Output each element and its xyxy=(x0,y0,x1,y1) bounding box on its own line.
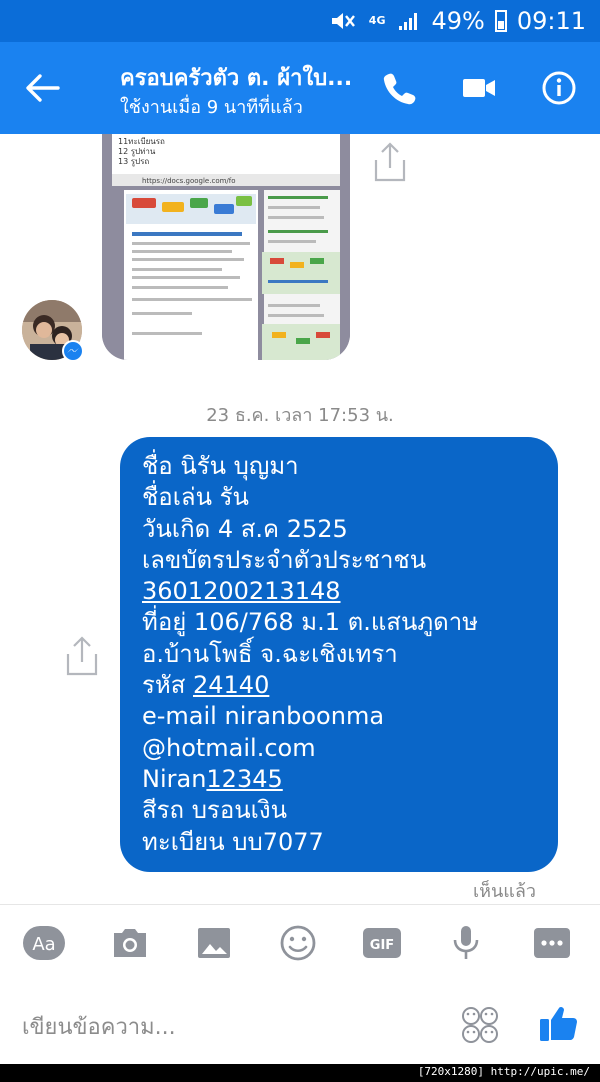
image-url: https://docs.google.com/fo xyxy=(142,177,236,185)
image-text-line-2: 12 รูปท่าน xyxy=(118,147,156,157)
phone-icon[interactable] xyxy=(380,70,418,106)
message-line: ที่อยู่ 106/768 ม.1 ต.แสนภูดาษ xyxy=(142,608,479,637)
sticker-emoji-icon[interactable] xyxy=(460,1005,500,1045)
message-timestamp: 23 ธ.ค. เวลา 17:53 น. xyxy=(206,405,394,426)
gallery-icon[interactable] xyxy=(192,923,236,963)
image-text-line-3: 13 รูปรถ xyxy=(118,157,149,167)
battery-percent: 49% xyxy=(431,7,485,35)
message-list[interactable]: 11ทะเบียนรถ 12 รูปท่าน 13 รูปรถ https://… xyxy=(0,134,600,904)
seen-indicator: เห็นแล้ว xyxy=(472,881,536,902)
message-line: @hotmail.com xyxy=(142,733,316,762)
password-prefix: Niran xyxy=(142,764,207,793)
gif-label: GIF xyxy=(370,938,394,953)
message-line: ชื่อเล่น รัน xyxy=(142,483,249,512)
signal-icon xyxy=(397,11,421,31)
more-icon[interactable] xyxy=(530,923,574,963)
text-style-icon[interactable]: Aa xyxy=(22,923,66,963)
postcode-label: รหัส xyxy=(142,671,193,700)
message-line: ชื่อ นิรัน บุญมา xyxy=(142,452,299,480)
image-text-line-1: 11ทะเบียนรถ xyxy=(118,137,165,146)
message-input[interactable] xyxy=(22,1009,422,1045)
text-style-label: Aa xyxy=(32,934,55,955)
postcode-link[interactable]: 24140 xyxy=(193,671,269,699)
message-line: วันเกิด 4 ส.ค 2525 xyxy=(142,514,348,543)
shared-screenshot-image[interactable]: 11ทะเบียนรถ 12 รูปท่าน 13 รูปรถ https://… xyxy=(102,134,350,360)
status-bar: 4G 49% 09:11 xyxy=(0,0,600,42)
mute-icon xyxy=(329,10,359,32)
gif-icon[interactable]: GIF xyxy=(360,923,404,963)
number-link[interactable]: 12345 xyxy=(206,765,282,793)
conversation-header: ครอบครัวตัว ต. ผ้าใบ... ใช้งานเมื่อ 9 นา… xyxy=(0,42,600,134)
thumbs-up-icon[interactable] xyxy=(536,1001,580,1045)
battery-icon xyxy=(494,10,507,32)
message-line: Niran12345 xyxy=(142,764,538,795)
watermark-label: [720x1280] http://upic.me/ xyxy=(415,1064,592,1080)
id-number-link[interactable]: 3601200213148 xyxy=(142,577,341,605)
message-line: อ.บ้านโพธิ์ จ.ฉะเชิงเทรา xyxy=(142,639,398,668)
sent-message-bubble[interactable]: ชื่อ นิรัน บุญมา ชื่อเล่น รัน วันเกิด 4 … xyxy=(120,437,558,872)
network-type: 4G xyxy=(368,14,386,27)
info-icon[interactable] xyxy=(540,70,578,106)
conversation-title[interactable]: ครอบครัวตัว ต. ผ้าใบ... xyxy=(120,60,352,95)
clock: 09:11 xyxy=(516,7,586,35)
emoji-icon[interactable] xyxy=(276,923,320,963)
message-line: e-mail niranboonma xyxy=(142,702,385,731)
share-icon[interactable] xyxy=(62,634,102,678)
message-line: รหัส 24140 xyxy=(142,670,538,701)
camera-icon[interactable] xyxy=(108,923,152,963)
message-line: สีรถ บรอนเงิน xyxy=(142,796,287,825)
active-status: ใช้งานเมื่อ 9 นาทีที่แล้ว xyxy=(120,97,303,118)
video-camera-icon[interactable] xyxy=(460,70,498,106)
back-arrow-icon[interactable] xyxy=(22,70,62,106)
message-line: ทะเบียน บบ7077 xyxy=(142,827,324,856)
message-composer: Aa GIF xyxy=(0,904,600,1064)
message-line: เลขบัตรประจำตัวประชาชน xyxy=(142,545,427,574)
message-line: 3601200213148 xyxy=(142,576,538,607)
messenger-screen: 4G 49% 09:11 ครอบครัวตัว ต. ผ้าใบ... ใช้… xyxy=(0,0,600,1064)
microphone-icon[interactable] xyxy=(444,923,488,963)
messenger-badge-icon xyxy=(62,340,84,362)
share-icon[interactable] xyxy=(370,140,410,184)
